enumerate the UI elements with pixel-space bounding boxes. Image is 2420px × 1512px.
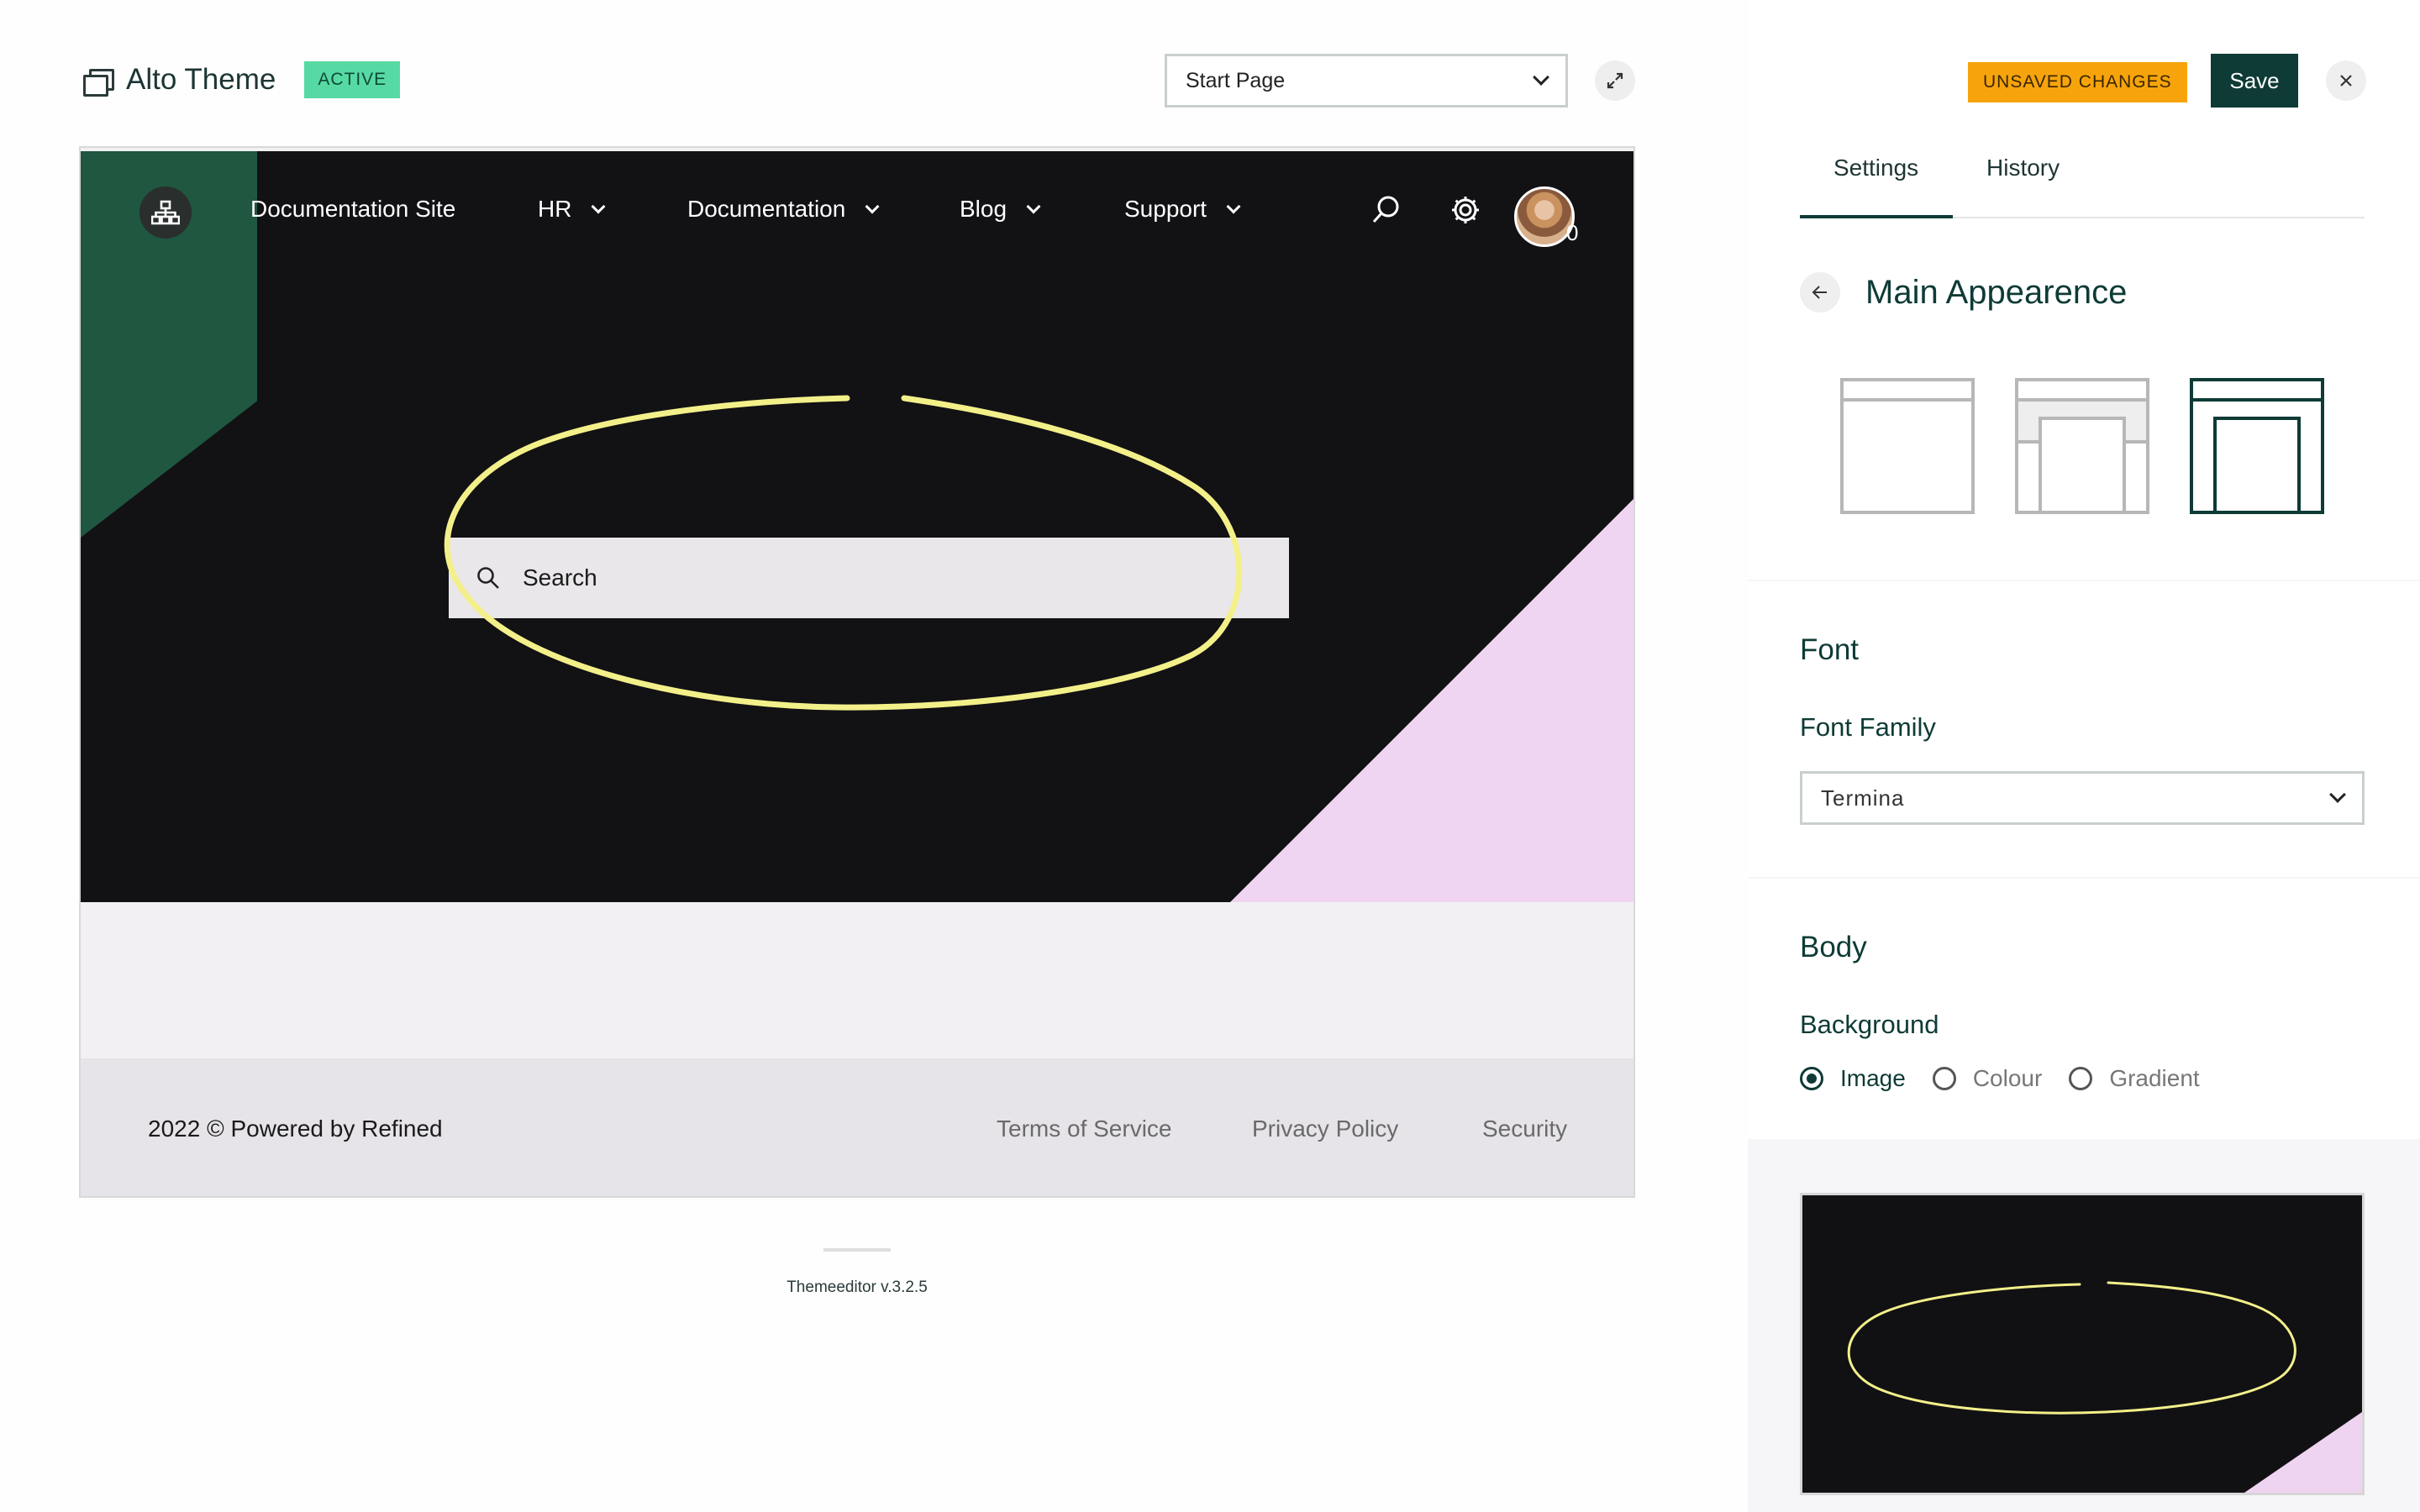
panel-appearance-section: UNSAVED CHANGES Save Settings History Ma… bbox=[1748, 0, 2420, 580]
chevron-down-icon bbox=[865, 199, 880, 214]
preview-footer: 2022 © Powered by Refined Terms of Servi… bbox=[81, 1058, 1634, 1196]
radio-dot bbox=[1932, 1067, 1956, 1090]
preview-nav-bar: Documentation Site HR Documentation Blog… bbox=[81, 171, 1634, 247]
nav-item-documentation[interactable]: Documentation bbox=[687, 171, 880, 247]
search-icon bbox=[477, 567, 499, 589]
radio-background-colour[interactable]: Colour bbox=[1932, 1065, 2043, 1092]
search-placeholder: Search bbox=[523, 564, 597, 591]
window-stack-icon bbox=[82, 67, 114, 97]
background-label: Background bbox=[1800, 1010, 1939, 1039]
search-icon[interactable] bbox=[1368, 192, 1405, 228]
content-area bbox=[81, 902, 1634, 1058]
radio-background-image[interactable]: Image bbox=[1800, 1065, 1906, 1092]
layout-option-centered-selected[interactable] bbox=[2190, 378, 2324, 514]
save-button[interactable]: Save bbox=[2211, 54, 2298, 108]
radio-background-gradient[interactable]: Gradient bbox=[2069, 1065, 2200, 1092]
section-title: Main Appearence bbox=[1865, 273, 2128, 311]
notification-count: 0 bbox=[1566, 220, 1579, 245]
nav-item-blog[interactable]: Blog bbox=[960, 171, 1041, 247]
theme-editor-canvas: Alto Theme ACTIVE Start Page Documentati… bbox=[0, 0, 1748, 1512]
expand-icon bbox=[1607, 72, 1623, 89]
gear-icon[interactable] bbox=[1447, 192, 1484, 228]
page-select-dropdown[interactable]: Start Page bbox=[1165, 54, 1568, 108]
nav-item-label: HR bbox=[538, 196, 572, 222]
hero-pink-shape bbox=[1230, 499, 1634, 902]
arrow-left-icon bbox=[1812, 286, 1827, 299]
radio-dot bbox=[2069, 1067, 2093, 1090]
close-panel-button[interactable] bbox=[2326, 60, 2366, 101]
body-heading: Body bbox=[1800, 931, 1867, 963]
section-header: Main Appearence bbox=[1800, 269, 2127, 316]
chevron-down-icon bbox=[591, 199, 606, 214]
body-section: Body Background Image Colour Gradient bbox=[1748, 879, 2420, 1139]
nav-site-name[interactable]: Documentation Site bbox=[250, 171, 455, 247]
divider bbox=[823, 1248, 891, 1252]
theme-name: Alto Theme bbox=[126, 63, 276, 96]
nav-item-label: Documentation bbox=[687, 196, 846, 222]
nav-item-support[interactable]: Support bbox=[1124, 171, 1241, 247]
sitemap-button[interactable] bbox=[139, 186, 192, 239]
footer-link-privacy[interactable]: Privacy Policy bbox=[1252, 1116, 1398, 1142]
close-icon bbox=[2340, 75, 2352, 87]
version-label: Themeeditor v.3.2.5 bbox=[786, 1278, 928, 1296]
site-preview-frame: Documentation Site HR Documentation Blog… bbox=[79, 146, 1635, 1198]
radio-label: Colour bbox=[1972, 1065, 2043, 1091]
background-radio-group: Image Colour Gradient bbox=[1800, 1065, 2227, 1092]
footer-link-terms[interactable]: Terms of Service bbox=[997, 1116, 1172, 1142]
sitemap-icon bbox=[151, 200, 180, 225]
radio-label: Gradient bbox=[2109, 1065, 2200, 1091]
chevron-down-icon bbox=[2329, 786, 2346, 803]
font-family-label: Font Family bbox=[1800, 712, 1936, 742]
chevron-down-icon bbox=[1533, 69, 1549, 86]
theme-title: Alto Theme ACTIVE bbox=[82, 60, 401, 99]
background-image-preview[interactable] bbox=[1800, 1193, 2365, 1495]
active-tab-indicator bbox=[1800, 215, 1953, 218]
font-section: Font Font Family Termina bbox=[1748, 581, 2420, 877]
page-select-value: Start Page bbox=[1186, 68, 1286, 92]
preview-search-input[interactable]: Search bbox=[449, 538, 1289, 618]
radio-dot bbox=[1800, 1067, 1823, 1090]
chevron-down-icon bbox=[1226, 199, 1241, 214]
radio-label: Image bbox=[1840, 1065, 1906, 1091]
unsaved-changes-badge: UNSAVED CHANGES bbox=[1968, 62, 2187, 102]
panel-tabs: Settings History bbox=[1800, 134, 2365, 218]
active-status-badge: ACTIVE bbox=[304, 61, 401, 98]
font-family-select[interactable]: Termina bbox=[1800, 771, 2365, 825]
footer-link-security[interactable]: Security bbox=[1482, 1116, 1567, 1142]
layout-option-full[interactable] bbox=[1840, 378, 1975, 514]
expand-preview-button[interactable] bbox=[1595, 60, 1635, 101]
font-family-value: Termina bbox=[1821, 785, 1905, 811]
nav-item-label: Support bbox=[1124, 196, 1207, 222]
footer-copyright: 2022 © Powered by Refined bbox=[148, 1116, 443, 1142]
back-button[interactable] bbox=[1800, 272, 1840, 312]
layout-option-boxed[interactable] bbox=[2015, 378, 2149, 514]
settings-panel: UNSAVED CHANGES Save Settings History Ma… bbox=[1748, 0, 2420, 1512]
chevron-down-icon bbox=[1026, 199, 1041, 214]
font-heading: Font bbox=[1800, 633, 1860, 666]
nav-item-label: Blog bbox=[960, 196, 1007, 222]
tab-history[interactable]: History bbox=[1986, 155, 2060, 181]
hero-section: Documentation Site HR Documentation Blog… bbox=[81, 151, 1634, 902]
tab-settings[interactable]: Settings bbox=[1833, 155, 1918, 181]
nav-site-name-label: Documentation Site bbox=[250, 196, 456, 222]
nav-item-hr[interactable]: HR bbox=[538, 171, 606, 247]
preview-yellow-circle bbox=[1847, 1281, 2296, 1415]
